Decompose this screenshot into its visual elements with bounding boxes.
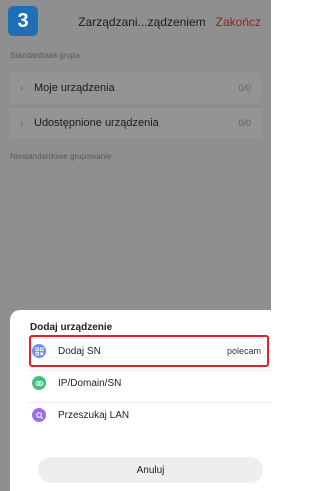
search-lan-option[interactable]: Przeszukaj LAN: [32, 403, 267, 427]
option-label: IP/Domain/SN: [58, 377, 122, 389]
search-lan-icon: [32, 408, 46, 422]
sheet-title: Dodaj urządzenie: [30, 322, 113, 333]
link-icon: [32, 376, 46, 390]
option-label: Przeszukaj LAN: [58, 409, 130, 421]
cancel-button[interactable]: Anuluj: [38, 457, 263, 483]
ip-domain-sn-option[interactable]: IP/Domain/SN: [32, 371, 267, 395]
step-badge: 3: [8, 6, 38, 36]
highlight-frame: [29, 335, 269, 367]
